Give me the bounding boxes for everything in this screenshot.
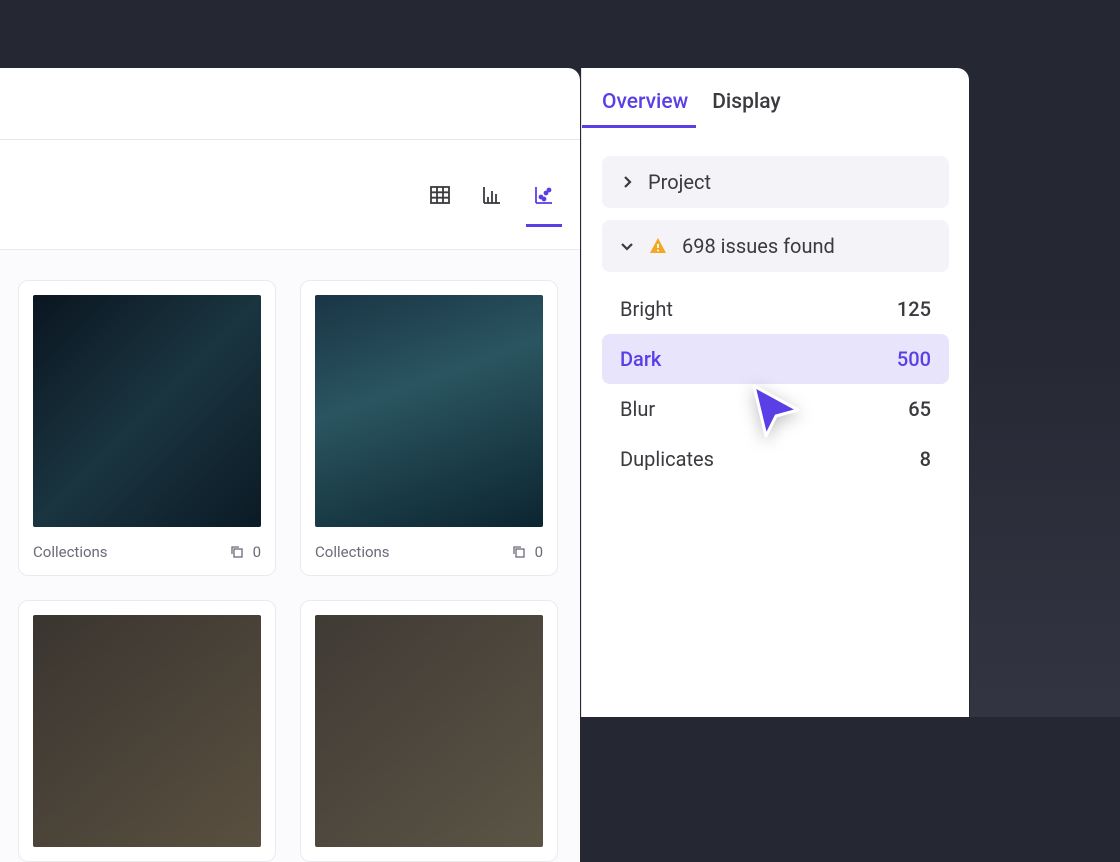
card-meta: 0 xyxy=(229,543,261,561)
project-section[interactable]: Project xyxy=(602,156,949,208)
chevron-down-icon xyxy=(620,239,634,253)
issue-count: 65 xyxy=(908,397,931,421)
tab-overview[interactable]: Overview xyxy=(602,90,688,128)
tab-display[interactable]: Display xyxy=(712,90,780,128)
issues-label: 698 issues found xyxy=(682,234,835,258)
image-card[interactable]: Collections 0 xyxy=(18,280,276,576)
header-spacer xyxy=(0,68,580,140)
copy-icon xyxy=(511,544,527,560)
issue-item-dark[interactable]: Dark 500 xyxy=(602,334,949,384)
card-meta: 0 xyxy=(511,543,543,561)
background-gradient xyxy=(970,317,1120,717)
main-panel: Collections 0 Collections xyxy=(0,68,580,717)
chevron-right-icon xyxy=(620,175,634,189)
issue-list: Bright 125 Dark 500 Blur 65 Duplicates 8 xyxy=(602,284,949,484)
tab-bar: Overview Display xyxy=(582,68,969,128)
card-count: 0 xyxy=(535,543,543,561)
issue-name: Duplicates xyxy=(620,447,714,471)
copy-icon xyxy=(229,544,245,560)
card-label: Collections xyxy=(33,543,108,561)
side-panel: Overview Display Project 698 issues foun… xyxy=(581,68,969,717)
issue-count: 125 xyxy=(897,297,931,321)
thumbnail-image xyxy=(315,615,543,847)
card-label: Collections xyxy=(315,543,390,561)
warning-icon xyxy=(648,236,668,256)
issues-section[interactable]: 698 issues found xyxy=(602,220,949,272)
thumbnail-image xyxy=(33,615,261,847)
issue-item-duplicates[interactable]: Duplicates 8 xyxy=(602,434,949,484)
grid-view-icon[interactable] xyxy=(428,183,452,207)
issue-name: Bright xyxy=(620,297,673,321)
project-label: Project xyxy=(648,170,711,194)
view-toolbar xyxy=(0,140,580,250)
image-gallery: Collections 0 Collections xyxy=(0,250,580,862)
thumbnail-image xyxy=(33,295,261,527)
issue-item-bright[interactable]: Bright 125 xyxy=(602,284,949,334)
scatter-view-icon[interactable] xyxy=(532,183,556,207)
image-card[interactable] xyxy=(18,600,276,862)
panel-content: Project 698 issues found Bright 125 Dark… xyxy=(582,128,969,512)
issue-count: 8 xyxy=(920,447,931,471)
thumbnail-image xyxy=(315,295,543,527)
image-card[interactable]: Collections 0 xyxy=(300,280,558,576)
card-footer: Collections 0 xyxy=(315,543,543,561)
issue-name: Dark xyxy=(620,347,661,371)
issue-item-blur[interactable]: Blur 65 xyxy=(602,384,949,434)
issue-name: Blur xyxy=(620,397,655,421)
card-count: 0 xyxy=(253,543,261,561)
bar-chart-icon[interactable] xyxy=(480,183,504,207)
image-card[interactable] xyxy=(300,600,558,862)
issue-count: 500 xyxy=(897,347,931,371)
card-footer: Collections 0 xyxy=(33,543,261,561)
